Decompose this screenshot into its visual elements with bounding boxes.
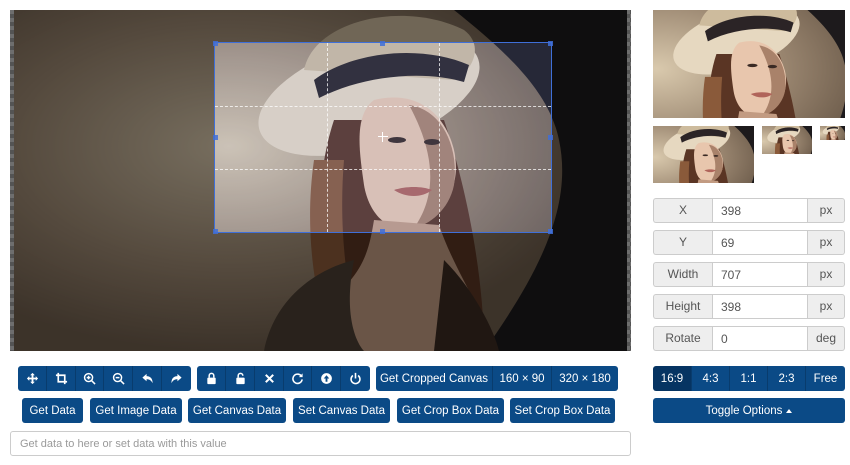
crop-guide-vertical bbox=[439, 43, 440, 232]
get-image-data-button[interactable]: Get Image Data bbox=[90, 398, 182, 423]
cropped-canvas-320-button[interactable]: 320 × 180 bbox=[552, 366, 618, 391]
field-unit: px bbox=[808, 262, 845, 287]
state-button-group bbox=[197, 366, 370, 391]
zoom-in-button[interactable] bbox=[76, 366, 104, 391]
field-width: Width px bbox=[653, 262, 845, 287]
preview-large bbox=[653, 10, 845, 118]
field-label: Height bbox=[653, 294, 712, 319]
preview-small bbox=[762, 126, 812, 154]
rotate-left-icon bbox=[141, 373, 153, 384]
upload-button[interactable] bbox=[312, 366, 341, 391]
zoom-in-icon bbox=[83, 372, 96, 385]
image-canvas[interactable] bbox=[10, 10, 631, 351]
set-crop-box-data-button[interactable]: Set Crop Box Data bbox=[510, 398, 615, 423]
crop-handle-ne[interactable] bbox=[548, 41, 553, 46]
ratio-4-3-button[interactable]: 4:3 bbox=[692, 366, 730, 391]
crop-center-icon bbox=[378, 132, 388, 142]
preview-xsmall bbox=[820, 126, 845, 140]
crop-guide-vertical bbox=[327, 43, 328, 232]
field-x: X px bbox=[653, 198, 845, 223]
crop-handle-sw[interactable] bbox=[213, 229, 218, 234]
data-textfield[interactable] bbox=[10, 431, 631, 456]
unlock-button[interactable] bbox=[226, 366, 255, 391]
rotate-right-icon bbox=[171, 373, 182, 384]
field-label: Rotate bbox=[653, 326, 712, 351]
crop-handle-n[interactable] bbox=[380, 41, 385, 46]
move-button[interactable] bbox=[18, 366, 47, 391]
crop-handle-e[interactable] bbox=[548, 135, 553, 140]
toggle-options-button[interactable]: Toggle Options bbox=[653, 398, 845, 423]
zoom-out-button[interactable] bbox=[104, 366, 133, 391]
cropped-canvas-160-button[interactable]: 160 × 90 bbox=[493, 366, 552, 391]
x-input[interactable] bbox=[712, 198, 808, 223]
field-label: Y bbox=[653, 230, 712, 255]
rotate-left-button[interactable] bbox=[133, 366, 162, 391]
reset-icon bbox=[292, 373, 303, 385]
toggle-options-label: Toggle Options bbox=[705, 404, 783, 417]
tool-button-group bbox=[18, 366, 191, 391]
move-icon bbox=[26, 372, 38, 385]
rotate-input[interactable] bbox=[712, 326, 808, 351]
crop-guide-horizontal bbox=[215, 169, 551, 170]
field-label: X bbox=[653, 198, 712, 223]
caret-up-icon bbox=[786, 408, 793, 413]
power-icon bbox=[350, 372, 361, 385]
upload-icon bbox=[320, 373, 332, 384]
get-canvas-data-button[interactable]: Get Canvas Data bbox=[188, 398, 286, 423]
lock-button[interactable] bbox=[197, 366, 226, 391]
crop-handle-s[interactable] bbox=[380, 229, 385, 234]
reset-button[interactable] bbox=[284, 366, 312, 391]
crop-handle-se[interactable] bbox=[548, 229, 553, 234]
crop-handle-w[interactable] bbox=[213, 135, 218, 140]
aspect-ratio-group: 16:9 4:3 1:1 2:3 Free bbox=[653, 366, 845, 391]
crop-box[interactable] bbox=[214, 42, 552, 233]
field-label: Width bbox=[653, 262, 712, 287]
destroy-button[interactable] bbox=[341, 366, 370, 391]
field-unit: px bbox=[808, 294, 845, 319]
set-canvas-data-button[interactable]: Set Canvas Data bbox=[293, 398, 390, 423]
y-input[interactable] bbox=[712, 230, 808, 255]
field-unit: px bbox=[808, 198, 845, 223]
crop-button[interactable] bbox=[47, 366, 76, 391]
crop-handle-nw[interactable] bbox=[213, 41, 218, 46]
cropped-canvas-group: Get Cropped Canvas 160 × 90 320 × 180 bbox=[376, 366, 618, 391]
field-unit: px bbox=[808, 230, 845, 255]
get-cropped-canvas-button[interactable]: Get Cropped Canvas bbox=[376, 366, 493, 391]
field-height: Height px bbox=[653, 294, 845, 319]
clear-button[interactable] bbox=[255, 366, 284, 391]
preview-medium bbox=[653, 126, 754, 183]
field-y: Y px bbox=[653, 230, 845, 255]
ratio-free-button[interactable]: Free bbox=[806, 366, 845, 391]
ratio-16-9-button[interactable]: 16:9 bbox=[653, 366, 692, 391]
zoom-out-icon bbox=[112, 372, 125, 385]
get-data-button[interactable]: Get Data bbox=[22, 398, 83, 423]
rotate-right-button[interactable] bbox=[162, 366, 191, 391]
field-unit: deg bbox=[808, 326, 845, 351]
height-input[interactable] bbox=[712, 294, 808, 319]
width-input[interactable] bbox=[712, 262, 808, 287]
unlock-icon bbox=[235, 372, 245, 385]
crop-guide-horizontal bbox=[215, 106, 551, 107]
lock-icon bbox=[206, 372, 216, 385]
field-rotate: Rotate deg bbox=[653, 326, 845, 351]
crop-icon bbox=[55, 372, 67, 385]
ratio-1-1-button[interactable]: 1:1 bbox=[730, 366, 768, 391]
clear-icon bbox=[264, 374, 274, 383]
get-crop-box-data-button[interactable]: Get Crop Box Data bbox=[397, 398, 504, 423]
ratio-2-3-button[interactable]: 2:3 bbox=[768, 366, 806, 391]
